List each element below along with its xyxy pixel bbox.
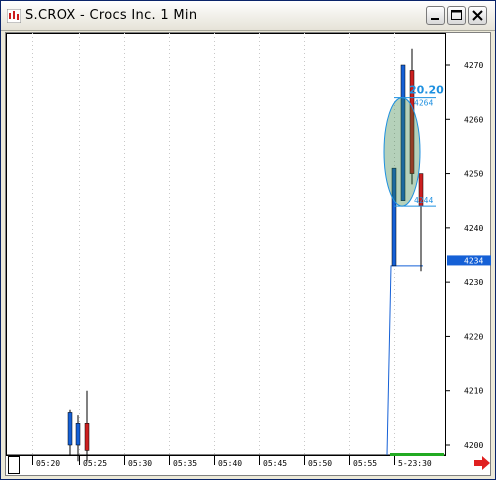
y-tick-label: 4230 [464,278,483,287]
x-tick-label: 05:55 [353,459,377,468]
close-icon [472,10,483,21]
candle-body [84,423,90,451]
x-tick-label: 05:30 [128,459,152,468]
y-tick-label: 4250 [464,170,483,179]
window-title: S.CROX - Crocs Inc. 1 Min [25,8,198,23]
chart-area[interactable]: 4270 4260 4250 4240 4230 4220 4210 4200 05:20 05:… [5,32,491,476]
x-tick-label: 05:50 [308,459,332,468]
close-button[interactable] [468,6,487,25]
last-price-value: 4234 [464,256,483,265]
chart-window: S.CROX - Crocs Inc. 1 Min 4270 4260 4250 42… [0,0,496,480]
y-tick-label: 4200 [464,441,483,450]
app-icon [7,9,21,23]
title-bar[interactable]: S.CROX - Crocs Inc. 1 Min [1,1,495,31]
y-tick-label: 4240 [464,224,483,233]
minimize-icon [431,18,439,20]
candle-body [75,423,81,446]
maximize-icon [451,10,462,20]
x-tick-label: 05:35 [173,459,197,468]
y-tick-label: 4270 [464,61,483,70]
y-tick-label: 4210 [464,387,483,396]
y-tick-label: 4220 [464,332,483,341]
scroll-right-arrow-icon[interactable] [474,456,490,470]
measure-label: 20.20 [409,84,444,97]
scroll-box[interactable] [8,456,20,474]
maximize-button[interactable] [447,6,466,25]
minimize-button[interactable] [426,6,445,25]
price-chart[interactable]: 4270 4260 4250 4240 4230 4220 4210 4200 05:20 05:… [6,33,492,477]
x-tick-label: 05:40 [218,459,242,468]
plot-border [6,33,446,456]
measure-top-value: 4264 [414,99,433,108]
current-bar-indicator [390,453,444,456]
x-tick-label: 05:45 [263,459,287,468]
measure-bottom-value: 4244 [414,196,433,205]
candle-body [67,412,73,446]
y-tick-label: 4260 [464,115,483,124]
measure-ellipse[interactable] [383,97,421,207]
x-tick-label: 5-23:30 [398,459,432,468]
price-line [386,265,423,456]
x-tick-label: 05:20 [36,459,60,468]
